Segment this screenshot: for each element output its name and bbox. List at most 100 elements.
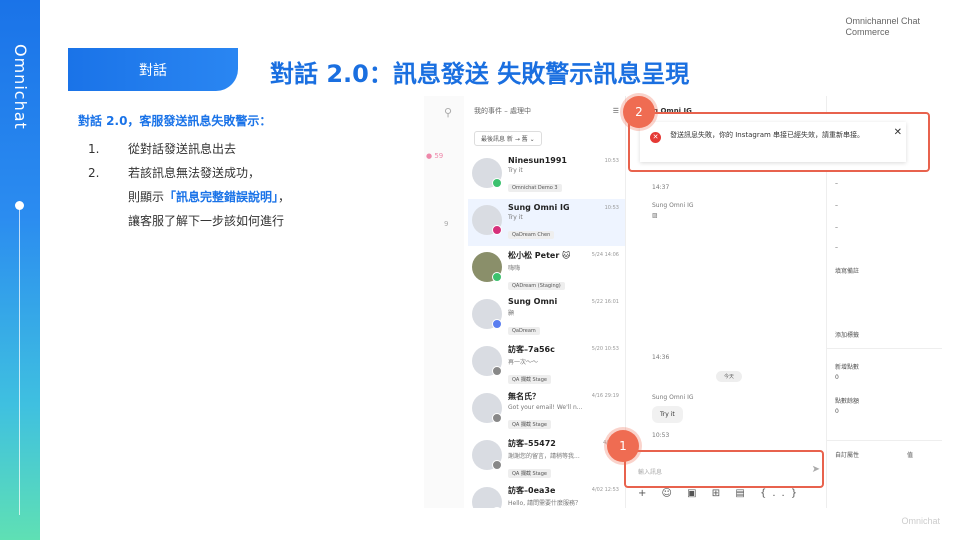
unread-badge: ● 59 xyxy=(426,152,444,160)
list-header: 我的事件 – 處理中 ☰ xyxy=(468,96,625,126)
error-toast: ✕ 發送訊息失敗，你的 Instagram 串接已經失效，請重新串接。 ✕ xyxy=(640,122,906,162)
info-field: – xyxy=(835,180,838,187)
channel-icon xyxy=(492,366,502,376)
step-marker-2: 2 xyxy=(623,96,655,128)
conversation-list: 我的事件 – 處理中 ☰ 最後訊息 新 → 舊 ⌄ Ninesun1991 10:… xyxy=(468,96,626,508)
list-title: 我的事件 – 處理中 xyxy=(474,107,531,115)
left-rail: ⚲ ● 59 9 xyxy=(424,96,464,508)
step-text-line3: 讓客服了解下一步該如何進行 xyxy=(128,214,285,228)
conversation-tag: QA 攔截 Stage xyxy=(508,469,551,478)
add-tag-link[interactable]: 添加標籤 xyxy=(835,330,859,339)
conversation-preview: Hello, 請問需要什麼服務？ xyxy=(508,500,582,507)
conversation-time: 5/24 14:06 xyxy=(591,252,619,258)
error-highlight: ✕ 發送訊息失敗，你的 Instagram 串接已經失效，請重新串接。 ✕ xyxy=(628,112,930,172)
conversation-items: Ninesun1991 10:53 Try it Omnichat Demo 3 Sun… xyxy=(468,152,625,508)
avatar xyxy=(472,487,502,508)
page-title: 對話 2.0：訊息發送 失敗警示訊息呈現 xyxy=(270,60,690,88)
step-text-highlight: 「訊息完整錯誤說明」 xyxy=(164,190,279,204)
channel-icon xyxy=(492,413,502,423)
step-marker-1: 1 xyxy=(607,430,639,462)
count-badge: 9 xyxy=(444,220,449,228)
step-text-pre: 則顯示 xyxy=(128,190,165,204)
conversation-item[interactable]: 松小松 Peter 🐱 5/24 14:06 嗨嗨 QADream (Staging) xyxy=(468,246,625,293)
info-field: – xyxy=(835,244,838,251)
conversation-tag: QA 攔截 Stage xyxy=(508,420,551,429)
conversation-preview: 嗨嗨 xyxy=(508,265,521,272)
step-text-post: ， xyxy=(278,190,291,204)
description-heading: 對話 2.0，客服發送訊息失敗警示： xyxy=(78,114,272,128)
info-field: – xyxy=(835,224,838,231)
conversation-tag: QADream (Staging) xyxy=(508,282,565,290)
corner-line-1: Omnichannel Chat xyxy=(845,16,920,26)
chat-time: 10:53 xyxy=(652,432,670,439)
info-field: – xyxy=(835,202,838,209)
footer-logo: Omnichat xyxy=(901,516,940,526)
conversation-time: 10:53 xyxy=(604,158,619,164)
corner-line-2: Commerce xyxy=(845,27,890,37)
chat-time: 14:36 xyxy=(652,354,670,361)
input-highlight xyxy=(624,450,824,488)
conversation-preview: 顥 xyxy=(508,310,515,317)
new-visits-value: 0 xyxy=(835,374,839,381)
corner-tagline: Omnichannel Chat Commerce xyxy=(845,16,920,38)
conversation-item[interactable]: 無名氏？ 4/16 29:19 Got your email! We'll n...… xyxy=(468,387,625,434)
conversation-item[interactable]: 訪客–0ea3e 4/02 12:53 Hello, 請問需要什麼服務？ xyxy=(468,481,625,508)
step-text-line1: 若該訊息無法發送成功， xyxy=(128,166,261,180)
error-icon: ✕ xyxy=(650,132,661,143)
composer-toolbar[interactable]: + ☺ ▣ ⊞ ▤ {..} xyxy=(638,488,803,499)
conversation-time: 5/20 10:53 xyxy=(591,346,619,352)
timeline-line xyxy=(19,205,20,515)
conversation-item[interactable]: 訪客–7a56c 5/20 10:53 再一次～～ QA 攔截 Stage xyxy=(468,340,625,387)
conversation-preview: 再一次～～ xyxy=(508,359,539,366)
chat-time: 14:37 xyxy=(652,184,670,191)
step-text: 若該訊息無法發送成功， 則顯示「訊息完整錯誤說明」， 讓客服了解下一步該如何進行 xyxy=(128,161,418,233)
conversation-tag: QA 攔截 Stage xyxy=(508,375,551,384)
conversation-time: 4/02 12:53 xyxy=(591,487,619,493)
section-pill-label: 對話 xyxy=(139,62,167,79)
conversation-item[interactable]: 訪客–554724/09 0謝謝您的留言，請稍等我...QA 攔截 Stage xyxy=(468,434,625,481)
new-visits-label: 新增點數 xyxy=(835,364,860,371)
conversation-tag: QaDream Chen xyxy=(508,231,555,239)
channel-icon xyxy=(492,272,502,282)
divider xyxy=(827,440,942,441)
image-icon: ▨ xyxy=(652,212,658,219)
search-icon[interactable]: ⚲ xyxy=(444,106,452,119)
conversation-item[interactable]: Sung Omni IG 10:53 Try it QaDream Chen xyxy=(468,199,625,246)
conversation-tag: QaDream xyxy=(508,327,540,335)
conversation-preview: Got your email! We'll n... xyxy=(508,404,583,411)
points-label: 點數餘額 xyxy=(835,398,860,405)
conversation-preview: Try it xyxy=(508,214,523,221)
step-text: 從對話發送訊息出去 xyxy=(128,142,237,156)
step-item-1: 1. 從對話發送訊息出去 xyxy=(78,137,418,161)
conversation-item[interactable]: Ninesun1991 10:53 Try it Omnichat Demo 3 xyxy=(468,152,625,199)
channel-icon xyxy=(492,178,502,188)
conversation-tag: Omnichat Demo 3 xyxy=(508,184,562,192)
section-pill: 對話 xyxy=(68,48,238,91)
chat-sender: Sung Omni IG xyxy=(652,394,694,401)
custom-attr-header: 自訂屬性 xyxy=(835,452,860,459)
brand-vertical-text: Omnichat xyxy=(11,44,30,130)
channel-icon xyxy=(492,319,502,329)
chat-sender: Sung Omni IG xyxy=(652,202,694,209)
conversation-preview: Try it xyxy=(508,167,523,174)
channel-icon xyxy=(492,225,502,235)
step-num: 2. xyxy=(88,166,100,180)
menu-icon[interactable]: ☰ xyxy=(613,107,619,115)
channel-icon xyxy=(492,460,502,470)
note-field[interactable]: 填寫備註 xyxy=(835,266,859,275)
step-item-2: 2. 若該訊息無法發送成功， 則顯示「訊息完整錯誤說明」， 讓客服了解下一步該如… xyxy=(78,161,418,233)
divider xyxy=(827,348,942,349)
day-divider: 今天 xyxy=(716,371,743,382)
error-message: 發送訊息失敗，你的 Instagram 串接已經失效，請重新串接。 xyxy=(670,131,865,139)
chat-bubble: Try it xyxy=(652,406,683,423)
sort-filter[interactable]: 最後訊息 新 → 舊 ⌄ xyxy=(474,131,542,146)
conversation-time: 5/22 16:01 xyxy=(591,299,619,305)
points-value: 0 xyxy=(835,408,839,415)
value-header: 值 xyxy=(907,452,914,459)
description: 對話 2.0，客服發送訊息失敗警示： 1. 從對話發送訊息出去 2. 若該訊息無… xyxy=(78,112,418,233)
conversation-time: 4/16 29:19 xyxy=(591,393,619,399)
close-icon[interactable]: ✕ xyxy=(894,128,902,138)
conversation-item[interactable]: Sung Omni 5/22 16:01 顥 QaDream xyxy=(468,293,625,340)
timeline-dot xyxy=(15,201,24,210)
conversation-time: 10:53 xyxy=(604,205,619,211)
